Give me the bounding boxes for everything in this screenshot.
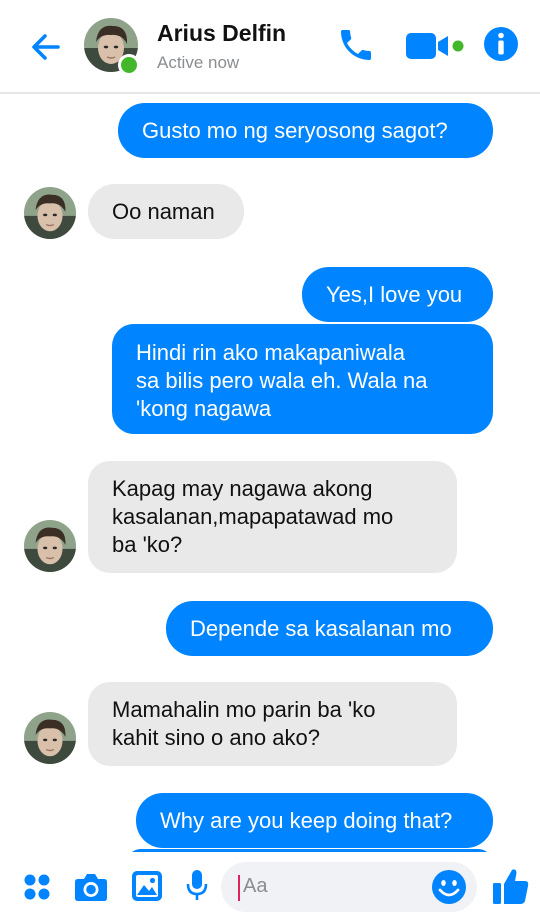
message-bubble-incoming[interactable]: Oo naman [88,184,244,239]
conversation-header: Arius Delfin Active now [0,0,540,94]
microphone-icon[interactable] [186,869,208,908]
phone-icon[interactable] [336,25,376,65]
message-composer: Aa [0,852,540,921]
avatar[interactable] [24,520,76,572]
info-icon[interactable] [482,25,520,63]
message-bubble-outgoing[interactable]: Hindi rin ako makapaniwala sa bilis pero… [112,324,493,434]
back-arrow-icon[interactable] [26,27,66,67]
avatar[interactable] [24,712,76,764]
message-thread[interactable]: Gusto mo ng seryosong sagot? Oo naman Ye… [0,94,540,852]
video-camera-icon[interactable] [404,27,466,65]
message-bubble-incoming[interactable]: Kapag may nagawa akong kasalanan,mapapat… [88,461,457,573]
camera-icon[interactable] [74,871,108,908]
avatar[interactable] [24,187,76,239]
active-status-dot [118,54,140,76]
message-bubble-outgoing[interactable]: Why are you keep doing that? [136,793,493,848]
message-bubble-outgoing[interactable]: Yes,I love you [302,267,493,322]
message-bubble-outgoing[interactable]: Depende sa kasalanan mo [166,601,493,656]
menu-dots-icon[interactable] [22,872,52,907]
contact-status: Active now [157,53,240,72]
emoji-icon[interactable] [431,869,467,910]
gallery-icon[interactable] [131,870,163,907]
thumbs-up-icon[interactable] [492,866,530,911]
message-bubble-incoming[interactable]: Mamahalin mo parin ba 'ko kahit sino o a… [88,682,457,766]
contact-name[interactable]: Arius Delfin [157,20,286,47]
message-input-placeholder: Aa [243,875,268,897]
message-bubble-outgoing[interactable]: Gusto mo ng seryosong sagot? [118,103,493,158]
text-cursor [238,875,240,901]
message-input[interactable]: Aa [221,862,477,912]
